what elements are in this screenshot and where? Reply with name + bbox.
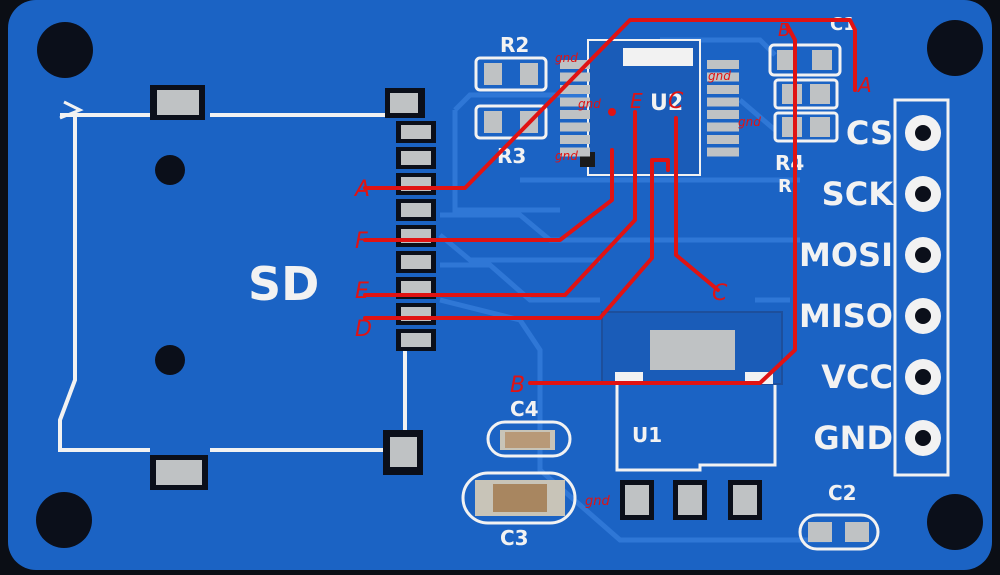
annotation-letter-a-left: A bbox=[353, 177, 370, 202]
annotation-letter-f: F bbox=[355, 229, 368, 254]
label-r3: R3 bbox=[497, 144, 526, 168]
gnd-label: gnd bbox=[708, 69, 731, 83]
sd-pin bbox=[401, 255, 431, 269]
u2-pin bbox=[560, 110, 590, 119]
pcb-drawing: SD R2 R3 U2 R4 R C1 CSSCKMOSIMISOVCCGND bbox=[0, 0, 1000, 575]
annotation-letter-a-right: A bbox=[856, 73, 872, 97]
u2-pin bbox=[560, 135, 590, 144]
pin-label-gnd: GND bbox=[813, 419, 893, 457]
u2-pin bbox=[707, 110, 739, 119]
sd-label: SD bbox=[248, 257, 319, 311]
label-r4: R4 bbox=[775, 151, 804, 175]
annotation-letter-d: D bbox=[355, 317, 372, 342]
u2-pin bbox=[707, 60, 739, 69]
u2-pin bbox=[707, 122, 739, 132]
annotation-letter-c-right: C bbox=[712, 281, 728, 306]
pin-label-mosi: MOSI bbox=[799, 236, 893, 274]
u2-pin bbox=[707, 85, 739, 94]
sd-pin bbox=[401, 281, 431, 295]
header-pin-hole bbox=[915, 430, 931, 446]
pin-label-vcc: VCC bbox=[821, 358, 893, 396]
annotation-dot bbox=[608, 108, 616, 116]
annotation-letter-b-top: B bbox=[778, 20, 790, 41]
gnd-label: gnd bbox=[578, 97, 601, 111]
gnd-label: gnd bbox=[738, 115, 761, 129]
pin-label-miso: MISO bbox=[799, 297, 893, 335]
u2-pin bbox=[707, 147, 739, 157]
label-c3: C3 bbox=[500, 526, 529, 550]
sd-pin bbox=[401, 333, 431, 347]
header-pin-hole bbox=[915, 125, 931, 141]
annotation-letter-e-top: E bbox=[630, 89, 643, 113]
u2-pin bbox=[707, 97, 739, 107]
label-u1: U1 bbox=[632, 423, 662, 447]
u2-pin bbox=[707, 135, 739, 144]
label-r2: R2 bbox=[500, 33, 529, 57]
label-c4: C4 bbox=[510, 397, 539, 421]
pcb-photo: SD R2 R3 U2 R4 R C1 CS SCK MOSI MISO VCC GND bbox=[0, 0, 1000, 575]
annotation-letter-e-left: E bbox=[355, 279, 369, 304]
gnd-label: gnd bbox=[555, 149, 578, 163]
header-pin-hole bbox=[915, 308, 931, 324]
gnd-label: gnd bbox=[585, 494, 610, 509]
annotation-letter-b-bottom: B bbox=[510, 373, 525, 398]
gnd-label: gnd bbox=[555, 51, 578, 65]
sd-pin bbox=[401, 203, 431, 217]
annotation-letter-c-left: C bbox=[668, 89, 684, 114]
header-pin-hole bbox=[915, 186, 931, 202]
pin-label-cs: CS bbox=[846, 114, 893, 152]
sd-pin bbox=[401, 125, 431, 139]
pin-label-sck: SCK bbox=[822, 175, 895, 213]
label-r5: R bbox=[778, 176, 792, 197]
header-pin-hole bbox=[915, 247, 931, 263]
header-pin-hole bbox=[915, 369, 931, 385]
sd-pin bbox=[401, 151, 431, 165]
label-c2: C2 bbox=[828, 481, 857, 505]
u2-pin bbox=[560, 122, 590, 132]
